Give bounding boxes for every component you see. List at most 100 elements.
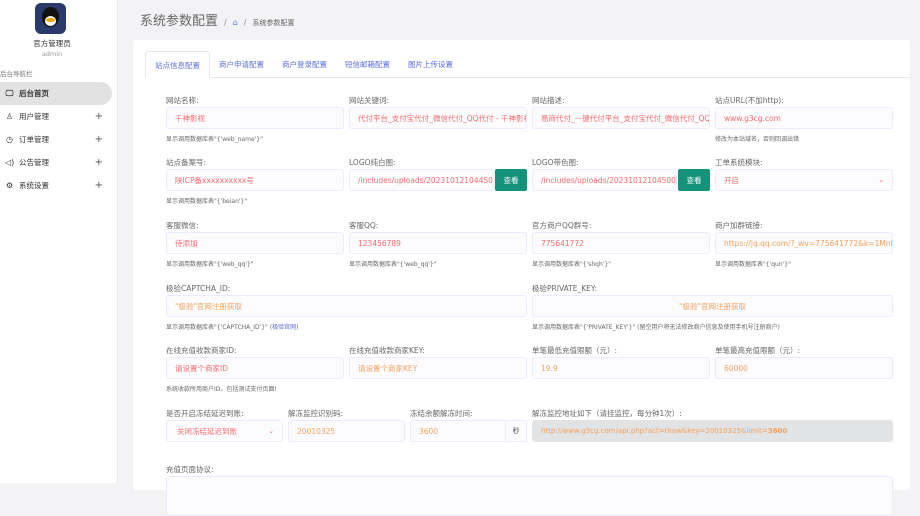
field-label: LOGO纯白图: bbox=[349, 158, 396, 167]
field-label: 解冻监控识别码: bbox=[288, 409, 344, 418]
thaw-time-input[interactable]: 3600 bbox=[410, 420, 506, 442]
help-text: 显示调用数据库表"{'CAPTCHA_ID'}" (极验官网) bbox=[166, 322, 527, 331]
web-name-input[interactable]: 千神影视 bbox=[166, 107, 344, 129]
view-logo-white-button[interactable]: 查看 bbox=[495, 169, 527, 191]
tab-site-info[interactable]: 站点信息配置 bbox=[145, 51, 210, 78]
monitor-url-limit: 3600 bbox=[767, 427, 788, 435]
clock-icon: ◷ bbox=[6, 135, 13, 144]
tab-bar: 站点信息配置 商户申请配置 商户登录配置 短信邮箱配置 图片上传设置 bbox=[145, 51, 910, 78]
field-label: 站点URL(不加http): bbox=[715, 96, 784, 105]
qq-input[interactable]: 123456789 bbox=[349, 232, 527, 254]
help-text-main: 显示调用数据库表"{'CAPTCHA_ID'}" ( bbox=[166, 324, 273, 331]
help-text: 系统收款所用商户ID，包括测试支付页面! bbox=[166, 386, 277, 393]
keywords-input[interactable]: 代付平台_支付宝代付_微信代付_QQ代付 - 千神影视 bbox=[349, 107, 527, 129]
sidebar: 官方管理员 admin 后台导航栏 🖵 后台首页 ♙ 用户管理 + ◷ 订单管理 + ◁)… bbox=[0, 0, 118, 483]
breadcrumb-separator: / bbox=[243, 18, 247, 27]
agreement-textarea[interactable] bbox=[166, 476, 893, 516]
gear-icon: ⚙ bbox=[5, 181, 14, 190]
breadcrumb: 系统参数配置 / ⌂ / 系统参数配置 bbox=[140, 10, 295, 29]
sidebar-item-label: 后台首页 bbox=[19, 89, 49, 98]
min-amount-input[interactable]: 19.9 bbox=[532, 357, 710, 379]
monitor-url: http://www.g3cg.com/api.php?act=thaw&key… bbox=[541, 427, 768, 435]
sidebar-item-label: 订单管理 bbox=[19, 135, 49, 144]
tab-merchant-apply[interactable]: 商户申请配置 bbox=[210, 51, 273, 78]
tab-sms-email[interactable]: 短信邮箱配置 bbox=[336, 51, 399, 78]
plus-icon: + bbox=[94, 180, 103, 191]
description-input[interactable]: 易商代付_一键代付平台_支付宝代付_微信代付_QQ代付 bbox=[532, 107, 710, 129]
chevron-down-icon: ⌄ bbox=[268, 427, 274, 435]
field-label: LOGO带色图: bbox=[532, 158, 579, 167]
field-label: 网站关键词: bbox=[349, 96, 390, 105]
help-text: 显示调用数据库表"{'web_qq'}" bbox=[349, 261, 437, 268]
page-title: 系统参数配置 bbox=[140, 14, 219, 29]
help-text: 显示调用数据库表"{'web_qq'}" bbox=[166, 261, 254, 268]
field-label: 官方商户QQ群号: bbox=[532, 221, 592, 230]
user-role: admin bbox=[41, 50, 63, 58]
sidebar-item-settings[interactable]: ⚙ 系统设置 + bbox=[0, 174, 112, 197]
sidebar-item-home[interactable]: 🖵 后台首页 bbox=[0, 82, 112, 105]
max-amount-input[interactable]: 60000 bbox=[715, 357, 893, 379]
field-label: 单笔最低充值限额（元）: bbox=[532, 346, 618, 355]
merchant-key-input[interactable]: 请设置个商家KEY bbox=[349, 357, 527, 379]
plus-icon: + bbox=[94, 157, 103, 168]
help-text: 显示调用数据库表"{'web_name'}" bbox=[166, 136, 263, 143]
help-text: 显示调用数据库表"{'shqh'}" bbox=[532, 261, 611, 268]
field-label: 充值页面协议: bbox=[166, 465, 214, 474]
beian-input[interactable]: 陕ICP备xxxxxxxxxx号 bbox=[166, 169, 344, 191]
field-label: 单笔最高充值限额（元）: bbox=[715, 346, 801, 355]
select-value: 开启 bbox=[724, 175, 739, 185]
field-label: 商户加群链接: bbox=[715, 221, 763, 230]
site-url-input[interactable]: www.g3cg.com bbox=[715, 107, 893, 129]
field-label: 网站描述: bbox=[532, 96, 565, 105]
private-key-input[interactable]: "极验"官网注册获取 bbox=[532, 295, 893, 317]
field-label: 客服QQ: bbox=[349, 221, 379, 230]
group-link-input[interactable]: https://jq.qq.com/?_wv=775641772&k=1MnIH… bbox=[715, 232, 893, 254]
select-value: 关闭冻结延迟到账 bbox=[177, 426, 237, 436]
plus-icon: + bbox=[94, 134, 103, 145]
field-label: 在线充值收款商家ID: bbox=[166, 346, 237, 355]
wechat-input[interactable]: 待添加 bbox=[166, 232, 344, 254]
field-label: 极验PRIVATE_KEY: bbox=[532, 284, 597, 293]
help-text: 显示调用数据库表"{'qun'}" bbox=[715, 261, 791, 268]
sidebar-item-label: 用户管理 bbox=[19, 112, 49, 121]
sidebar-item-notices[interactable]: ◁) 公告管理 + bbox=[0, 151, 112, 174]
plus-icon: + bbox=[94, 111, 103, 122]
field-label: 在线充值收款商家KEY: bbox=[349, 346, 425, 355]
sidebar-item-label: 系统设置 bbox=[19, 181, 49, 190]
nav-title: 后台导航栏 bbox=[0, 70, 33, 78]
monitor-icon: 🖵 bbox=[5, 88, 14, 98]
merchant-id-input[interactable]: 请设置个商家ID bbox=[166, 357, 344, 379]
monitor-url-field: http://www.g3cg.com/api.php?act=thaw&key… bbox=[532, 420, 893, 442]
field-label: 是否开启冻结延迟到账: bbox=[166, 409, 244, 418]
logo-color-input[interactable]: /includes/uploads/20231012104500865.png bbox=[532, 169, 677, 191]
chevron-down-icon: ⌄ bbox=[878, 176, 884, 184]
settings-card: 站点信息配置 商户申请配置 商户登录配置 短信邮箱配置 图片上传设置 网站名称:… bbox=[133, 40, 910, 516]
thaw-code-input[interactable]: 20010325 bbox=[288, 420, 405, 442]
tab-image-upload[interactable]: 图片上传设置 bbox=[399, 51, 462, 78]
user-icon: ♙ bbox=[5, 112, 14, 121]
breadcrumb-current: 系统参数配置 bbox=[252, 19, 295, 27]
home-icon[interactable]: ⌂ bbox=[233, 18, 238, 27]
captcha-id-input[interactable]: "极验"官网注册获取 bbox=[166, 295, 527, 317]
logo-white-input[interactable]: /includes/uploads/20231012104450309.png bbox=[349, 169, 494, 191]
field-label: 工单系统模块: bbox=[715, 158, 763, 167]
sidebar-item-users[interactable]: ♙ 用户管理 + bbox=[0, 105, 112, 128]
ticket-module-select[interactable]: 开启 ⌄ bbox=[715, 169, 893, 191]
avatar bbox=[35, 3, 66, 34]
sidebar-item-label: 公告管理 bbox=[19, 158, 49, 167]
help-text: 显示调用数据库表"{'PRIVATE_KEY'}" (留空用户将无法修改商户信息… bbox=[532, 324, 780, 331]
seconds-addon: 秒 bbox=[505, 420, 527, 442]
tab-merchant-login[interactable]: 商户登录配置 bbox=[273, 51, 336, 78]
freeze-select[interactable]: 关闭冻结延迟到账 ⌄ bbox=[166, 420, 283, 442]
field-label: 极验CAPTCHA_ID: bbox=[166, 284, 231, 293]
field-label: 网站名称: bbox=[166, 96, 199, 105]
qq-group-input[interactable]: 775641772 bbox=[532, 232, 710, 254]
view-logo-color-button[interactable]: 查看 bbox=[678, 169, 710, 191]
help-text-end: ) bbox=[296, 324, 299, 331]
speaker-icon: ◁) bbox=[5, 158, 15, 167]
field-label: 站点备案号: bbox=[166, 158, 207, 167]
geetest-link[interactable]: 极验官网 bbox=[272, 324, 296, 331]
sidebar-item-orders[interactable]: ◷ 订单管理 + bbox=[0, 128, 112, 151]
field-label: 客服微信: bbox=[166, 221, 199, 230]
help-text: 修改为本站域名，否则回调出错 bbox=[715, 136, 800, 143]
